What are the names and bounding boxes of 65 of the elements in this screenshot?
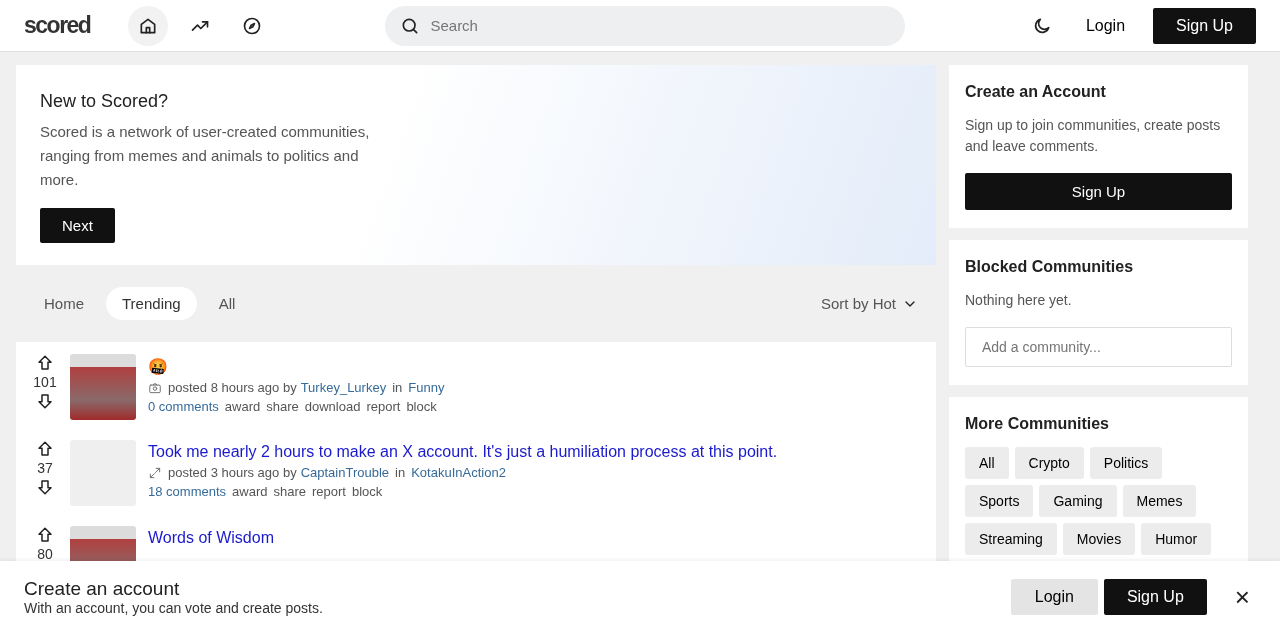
login-button[interactable]: Login <box>1075 8 1136 43</box>
vote-count: 37 <box>37 460 53 476</box>
upvote-icon <box>36 440 54 458</box>
community-link[interactable]: Funny <box>408 380 445 395</box>
comments-link[interactable]: 18 comments <box>148 484 227 499</box>
expand-icon <box>148 465 162 480</box>
close-button[interactable]: × <box>1228 581 1256 613</box>
card-text: Nothing here yet. <box>965 291 1073 310</box>
post-meta: in <box>392 380 403 395</box>
compass-icon <box>242 15 263 36</box>
photo-placeholder[interactable] <box>70 354 136 420</box>
intro-text: Scored is a network of user-created communities, ranging from memes and animals to politics and more. <box>40 122 370 190</box>
post-action-link[interactable]: report <box>312 484 346 499</box>
intro-title: New to Scored? <box>40 91 170 112</box>
next-button[interactable]: Next <box>40 208 115 243</box>
feed-tab[interactable]: Home <box>28 287 100 320</box>
signup-button[interactable]: Sign Up <box>965 173 1232 210</box>
feed-tab[interactable]: Trending <box>106 287 197 320</box>
card-title: More Communities <box>965 415 1110 433</box>
logo[interactable]: scored <box>24 12 91 39</box>
post-action-link[interactable]: block <box>406 399 437 414</box>
post-action-link[interactable]: report <box>366 399 401 414</box>
signup-button[interactable]: Sign Up <box>1153 7 1256 44</box>
community-tag[interactable]: Politics <box>1089 447 1163 479</box>
community-tag[interactable]: Crypto <box>1014 447 1084 479</box>
card-title: Create an Account <box>965 83 1107 101</box>
search-field[interactable]: Search <box>385 5 906 46</box>
comments-link[interactable]: 0 comments <box>148 399 219 414</box>
sort-dropdown[interactable]: Sort by Hot <box>814 294 924 313</box>
upvote-icon <box>36 526 54 544</box>
camera-icon <box>148 380 162 395</box>
community-link[interactable]: KotakuInAction2 <box>411 465 506 480</box>
feed-tab[interactable]: All <box>202 287 252 320</box>
card-title: Blocked Communities <box>965 258 1135 276</box>
post-action-link[interactable]: award <box>232 484 268 499</box>
post-action-link[interactable]: download <box>304 399 361 414</box>
community-tag[interactable]: All <box>965 447 1009 479</box>
community-tag[interactable]: Sports <box>965 485 1034 517</box>
post-meta: posted 3 hours ago by <box>168 465 297 480</box>
community-tag[interactable]: Movies <box>1062 523 1136 555</box>
post-action-link[interactable]: share <box>266 399 299 414</box>
author-link[interactable]: Turkey_Lurkey <box>300 380 387 395</box>
card-text: Sign up to join communities, create posts and leave comments. <box>965 116 1222 156</box>
vote-count: 80 <box>37 546 53 561</box>
community-tag[interactable]: Memes <box>1122 485 1197 517</box>
post-meta: in <box>395 465 406 480</box>
banner-text: With an account, you can vote and create posts. <box>24 600 323 616</box>
community-input[interactable]: Add a community... <box>965 327 1232 367</box>
community-tag[interactable]: Gaming <box>1039 485 1117 517</box>
community-tag[interactable]: Streaming <box>965 523 1057 555</box>
post-title[interactable]: Words of Wisdom <box>148 529 274 547</box>
post-action-link[interactable]: block <box>351 484 383 499</box>
login-button[interactable]: Login <box>1010 579 1098 615</box>
upvote-icon <box>36 354 54 372</box>
signup-button[interactable]: Sign Up <box>1103 579 1207 615</box>
community-tag[interactable]: Humor <box>1141 523 1212 555</box>
downvote-icon <box>36 392 54 410</box>
post-title[interactable]: Took me nearly 2 hours to make an X account. It's just a humiliation process at this point. <box>148 443 778 461</box>
vote-count: 101 <box>33 374 57 390</box>
post-action-link[interactable]: share <box>273 484 306 499</box>
author-link[interactable]: CaptainTrouble <box>300 465 390 480</box>
post-action-link[interactable]: award <box>224 399 261 414</box>
banner-title: Create an account <box>24 578 181 600</box>
post-meta: posted 8 hours ago by <box>168 380 297 395</box>
downvote-icon <box>36 478 54 496</box>
